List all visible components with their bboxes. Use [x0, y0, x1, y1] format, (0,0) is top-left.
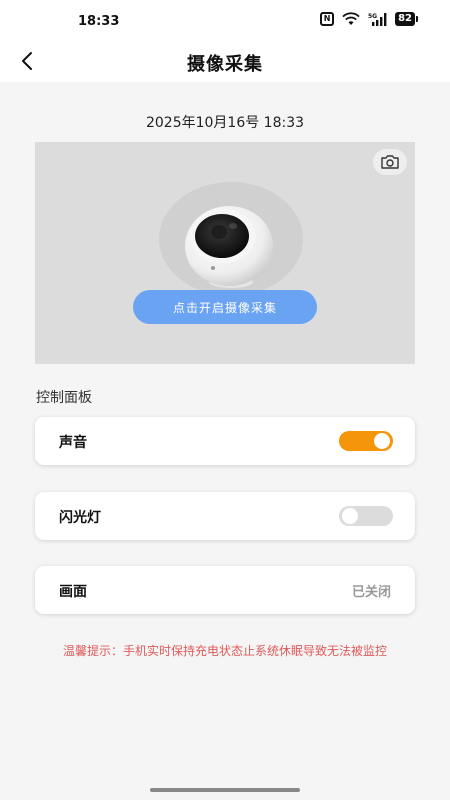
flash-toggle[interactable] [339, 506, 393, 526]
warning-tip: 温馨提示：手机实时保持充电状态止系统休眠导致无法被监控 [62, 644, 387, 658]
status-time: 18:33 [78, 14, 120, 29]
wifi-icon [342, 12, 360, 25]
battery-tip [416, 16, 418, 22]
toggle-knob [342, 508, 358, 524]
svg-text:5G: 5G [368, 13, 377, 20]
control-panel-title: 控制面板 [36, 390, 92, 406]
camera-icon [381, 155, 399, 169]
sound-row: 声音 [35, 417, 415, 465]
camera-device-image [185, 206, 273, 288]
start-capture-button[interactable]: 点击开启摄像采集 [133, 290, 317, 324]
snapshot-button[interactable] [373, 149, 407, 175]
status-icons: N 5G 82 [320, 12, 418, 26]
home-indicator[interactable] [150, 788, 300, 792]
page-title: 摄像采集 [187, 54, 263, 75]
sound-label: 声音 [59, 435, 87, 451]
flash-label: 闪光灯 [59, 510, 101, 526]
picture-row[interactable]: 画面 已关闭 [35, 566, 415, 614]
battery-level: 82 [395, 12, 415, 26]
camera-preview: 点击开启摄像采集 [35, 142, 415, 364]
picture-label: 画面 [59, 584, 87, 600]
signal-5g-icon: 5G [368, 13, 387, 26]
toggle-knob [374, 433, 390, 449]
picture-status: 已关闭 [351, 585, 391, 600]
sound-toggle[interactable] [339, 431, 393, 451]
battery-icon: 82 [395, 12, 418, 26]
datetime-label: 2025年10月16号 18:33 [145, 115, 305, 131]
nfc-icon: N [320, 12, 335, 26]
flash-row: 闪光灯 [35, 492, 415, 540]
status-bar: 18:33 N 5G 82 [0, 0, 450, 44]
nav-bar: 摄像采集 [0, 44, 450, 82]
